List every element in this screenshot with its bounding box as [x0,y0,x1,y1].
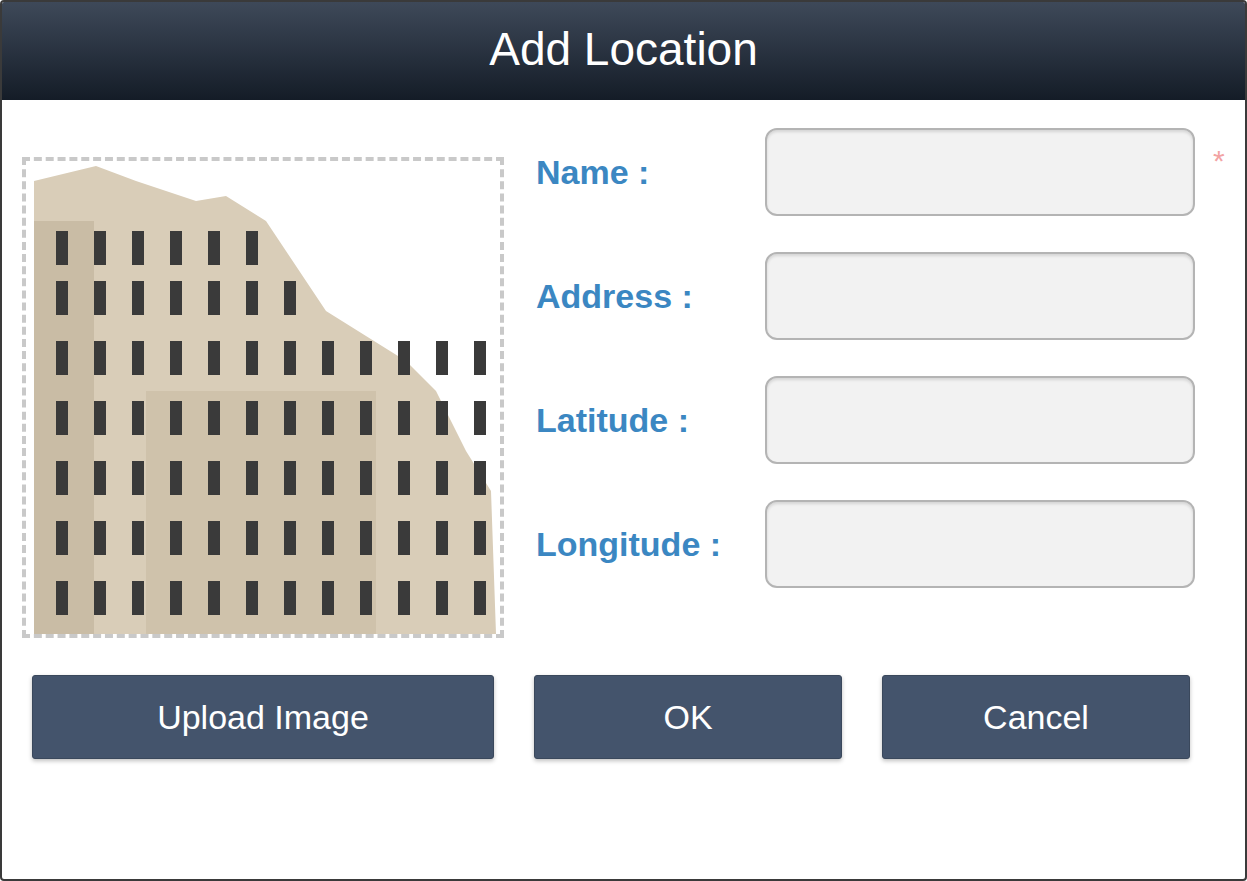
ok-button[interactable]: OK [534,675,842,759]
form-area: Name : * Address : Latitude : Longitude : [22,128,1245,638]
required-indicator: * [1195,128,1231,216]
required-indicator [1195,376,1231,464]
upload-image-button[interactable]: Upload Image [32,675,494,759]
field-label: Address : [536,271,765,322]
longitude-input[interactable] [765,500,1195,588]
field-label: Name : [536,147,765,198]
field-label: Latitude : [536,395,765,446]
latitude-input[interactable] [765,376,1195,464]
building-photo [26,161,500,634]
required-indicator [1195,252,1231,340]
dialog-body: Name : * Address : Latitude : Longitude : Upl… [2,100,1245,759]
location-fields: Name : * Address : Latitude : Longitude : [536,128,1231,588]
required-indicator [1195,500,1231,588]
dialog-title: Add Location [2,2,1245,100]
location-image [22,157,504,638]
required-mark: * [1213,144,1225,177]
cancel-button[interactable]: Cancel [882,675,1190,759]
address-input[interactable] [765,252,1195,340]
field-label: Longitude : [536,519,765,570]
add-location-dialog: Add Location Name : * Address : Latitude : Lo… [0,0,1247,881]
name-input[interactable] [765,128,1195,216]
button-bar: Upload Image OK Cancel [22,638,1245,759]
